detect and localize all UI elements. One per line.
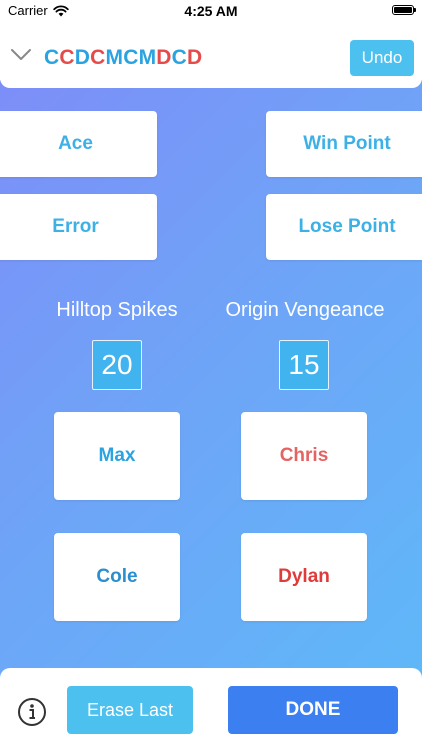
scoring-area: Ace Win Point Error Lose Point Hilltop S… xyxy=(0,80,422,680)
point-sequence: CCDCMCMDCD xyxy=(44,46,202,70)
sequence-letter: M xyxy=(105,46,124,69)
chevron-down-icon[interactable] xyxy=(10,48,32,62)
home-score: 20 xyxy=(92,340,142,390)
sequence-letter: C xyxy=(90,46,106,69)
status-time: 4:25 AM xyxy=(184,3,238,19)
erase-last-button[interactable]: Erase Last xyxy=(67,686,193,734)
done-button[interactable]: DONE xyxy=(228,686,398,734)
sequence-letter: D xyxy=(74,46,91,69)
lose-point-button[interactable]: Lose Point xyxy=(266,194,422,260)
player-card-chris[interactable]: Chris xyxy=(241,412,367,500)
sequence-letter: C xyxy=(171,46,188,69)
undo-button[interactable]: Undo xyxy=(350,40,414,76)
away-score: 15 xyxy=(279,340,329,390)
battery-icon xyxy=(392,5,416,15)
info-icon[interactable] xyxy=(17,697,47,727)
sequence-letter: D xyxy=(187,46,203,69)
sequence-letter: D xyxy=(156,46,172,69)
footer-bar: Erase Last DONE xyxy=(0,668,422,750)
status-bar: Carrier 4:25 AM xyxy=(0,0,422,22)
sequence-letter: C xyxy=(44,46,60,69)
away-team-name: Origin Vengeance xyxy=(225,299,385,321)
sequence-letter: C xyxy=(123,46,139,69)
sequence-letter: M xyxy=(138,46,157,69)
ace-button[interactable]: Ace xyxy=(0,111,157,177)
header-bar: CCDCMCMDCD Undo xyxy=(0,22,422,88)
player-card-cole[interactable]: Cole xyxy=(54,533,180,621)
win-point-button[interactable]: Win Point xyxy=(266,111,422,177)
player-card-dylan[interactable]: Dylan xyxy=(241,533,367,621)
player-card-max[interactable]: Max xyxy=(54,412,180,500)
error-button[interactable]: Error xyxy=(0,194,157,260)
sequence-letter: C xyxy=(59,46,75,69)
home-team-name: Hilltop Spikes xyxy=(56,299,178,321)
